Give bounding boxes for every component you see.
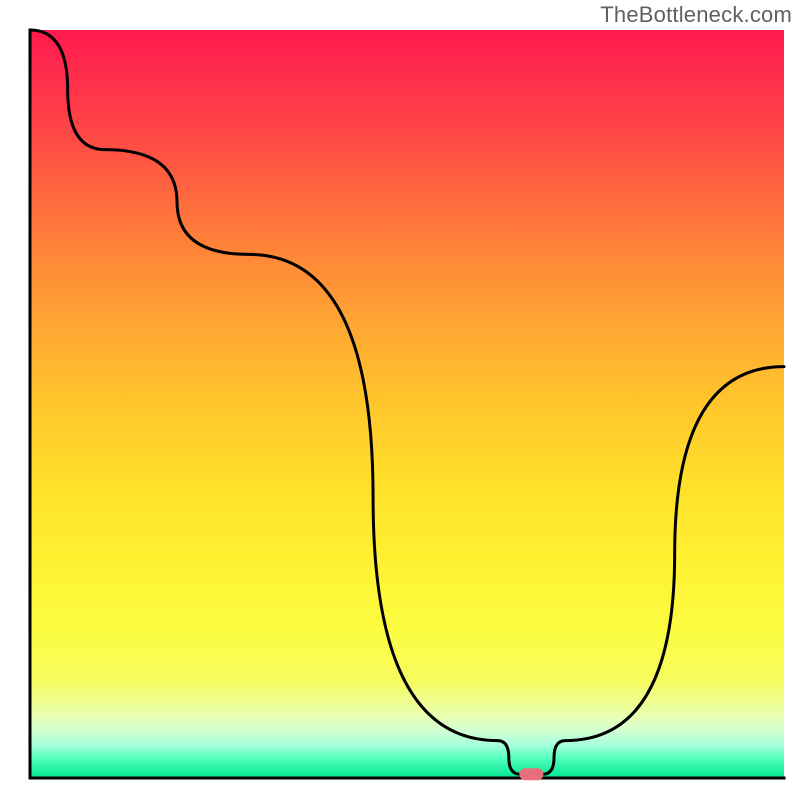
watermark-label: TheBottleneck.com	[600, 2, 792, 28]
optimal-marker	[519, 768, 543, 780]
chart-svg	[0, 0, 800, 800]
plot-background	[30, 30, 784, 778]
bottleneck-chart: TheBottleneck.com	[0, 0, 800, 800]
